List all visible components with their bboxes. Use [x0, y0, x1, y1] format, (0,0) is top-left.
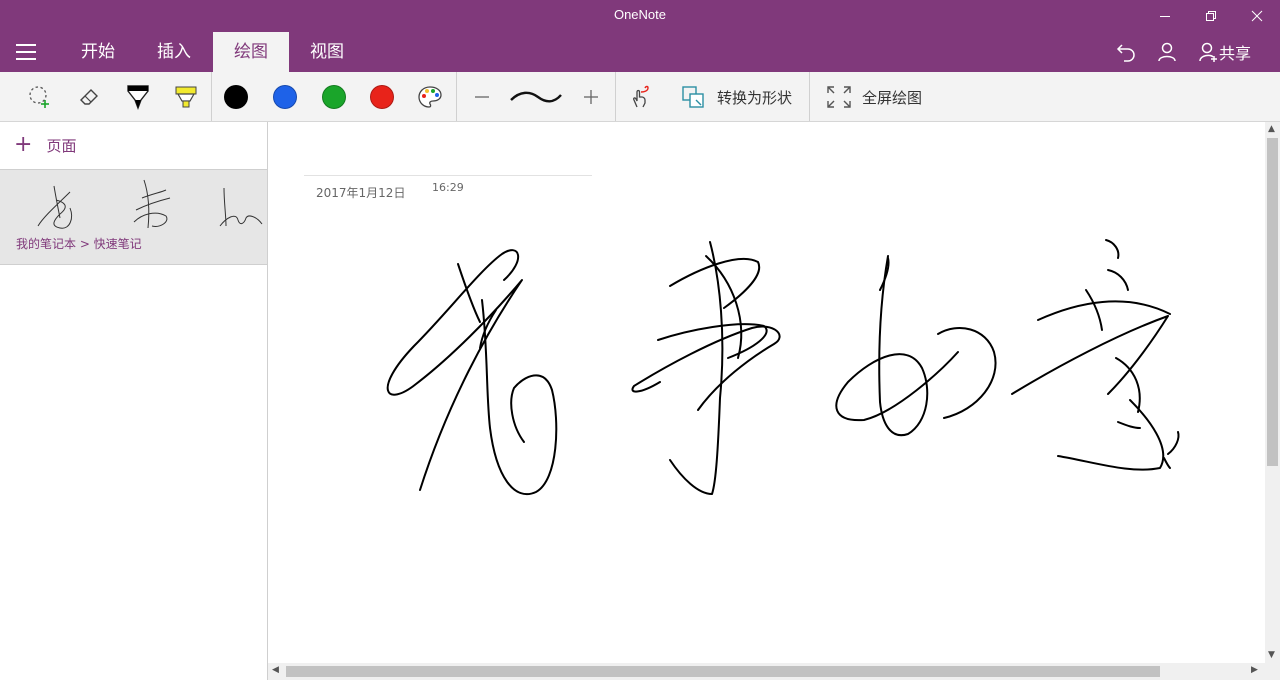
add-page-button[interactable]: + 页面 — [0, 122, 267, 168]
fullscreen-icon — [827, 86, 851, 108]
vertical-scroll-thumb[interactable] — [1267, 138, 1278, 466]
page-thumbnail — [37, 179, 263, 229]
ribbon-tabs: 开始 插入 绘图 视图 共享 — [0, 32, 1280, 72]
undo-button[interactable] — [1114, 40, 1138, 64]
fullscreen-draw-button[interactable]: 全屏绘图 — [826, 85, 922, 109]
toolbar-divider — [615, 72, 616, 121]
person-icon — [1158, 42, 1176, 62]
minimize-button[interactable] — [1142, 0, 1188, 32]
add-page-label: 页面 — [46, 136, 77, 155]
toolbar-divider — [456, 72, 457, 121]
scroll-down-icon[interactable]: ▼ — [1268, 650, 1275, 660]
restore-button[interactable] — [1188, 0, 1234, 32]
convert-to-shapes-button[interactable]: 转换为形状 — [681, 85, 792, 109]
touch-draw-icon — [633, 85, 649, 108]
title-bar: OneNote — [0, 0, 1280, 32]
color-swatch-green — [322, 85, 346, 109]
highlighter-button[interactable] — [172, 83, 200, 111]
increase-thickness-button[interactable] — [577, 83, 605, 111]
plus-icon: + — [14, 132, 33, 157]
color-swatch-red — [370, 85, 394, 109]
plus-icon — [584, 90, 598, 104]
share-person-icon — [1199, 42, 1217, 62]
minus-icon — [475, 96, 489, 98]
convert-shapes-icon — [682, 86, 704, 108]
menu-icon[interactable] — [16, 44, 40, 62]
share-button[interactable]: 共享 — [1197, 40, 1251, 64]
pen-icon — [127, 85, 149, 110]
touch-draw-button[interactable] — [626, 83, 654, 111]
lasso-select-icon — [29, 86, 49, 108]
decrease-thickness-button[interactable] — [468, 83, 496, 111]
undo-icon — [1116, 44, 1135, 62]
close-button[interactable] — [1234, 0, 1280, 32]
palette-icon — [418, 86, 442, 108]
note-canvas[interactable]: 2017年1月12日 16:29 — [268, 122, 1265, 663]
convert-to-shapes-label: 转换为形状 — [717, 88, 793, 107]
draw-toolbar: 转换为形状 全屏绘图 — [0, 72, 1280, 122]
pen-button[interactable] — [124, 83, 152, 111]
more-colors-button[interactable] — [416, 83, 444, 111]
minimize-icon — [1160, 16, 1170, 17]
color-black-button[interactable] — [222, 83, 250, 111]
eraser-icon — [80, 89, 98, 105]
horizontal-scrollbar[interactable]: ◀ ▶ — [268, 663, 1280, 680]
eraser-button[interactable] — [75, 83, 103, 111]
handwritten-signature[interactable] — [268, 122, 1265, 663]
color-blue-button[interactable] — [271, 83, 299, 111]
scroll-up-icon[interactable]: ▲ — [1268, 124, 1275, 134]
tab-view[interactable]: 视图 — [293, 32, 361, 72]
scroll-left-icon[interactable]: ◀ — [272, 665, 279, 675]
page-list-item[interactable]: 我的笔记本 > 快速笔记 — [0, 169, 267, 265]
restore-icon — [1206, 11, 1216, 21]
share-label: 共享 — [1219, 44, 1252, 63]
stroke-thickness-preview — [508, 83, 564, 111]
close-icon — [1251, 10, 1263, 22]
color-swatch-blue — [273, 85, 297, 109]
page-breadcrumb[interactable]: 我的笔记本 > 快速笔记 — [16, 235, 142, 252]
fullscreen-draw-label: 全屏绘图 — [862, 88, 923, 107]
onenote-window: OneNote 开始 插入 绘图 视图 共享 转换为形状 全屏绘图 + 页面 我… — [0, 0, 1280, 680]
color-red-button[interactable] — [368, 83, 396, 111]
tab-insert[interactable]: 插入 — [140, 32, 208, 72]
tab-home[interactable]: 开始 — [64, 32, 132, 72]
lasso-select-button[interactable] — [26, 83, 54, 111]
scroll-right-icon[interactable]: ▶ — [1251, 665, 1258, 675]
color-green-button[interactable] — [320, 83, 348, 111]
tab-draw[interactable]: 绘图 — [213, 32, 289, 72]
page-list-pane: + 页面 我的笔记本 > 快速笔记 — [0, 122, 268, 680]
horizontal-scroll-thumb[interactable] — [286, 666, 1160, 677]
color-swatch-black — [224, 85, 248, 109]
account-button[interactable] — [1155, 40, 1179, 64]
toolbar-divider — [809, 72, 810, 121]
toolbar-divider — [211, 72, 212, 121]
stroke-wave-icon — [510, 91, 562, 103]
highlighter-icon — [175, 86, 197, 108]
app-title: OneNote — [613, 7, 667, 22]
vertical-scrollbar[interactable]: ▲ ▼ — [1265, 122, 1280, 663]
